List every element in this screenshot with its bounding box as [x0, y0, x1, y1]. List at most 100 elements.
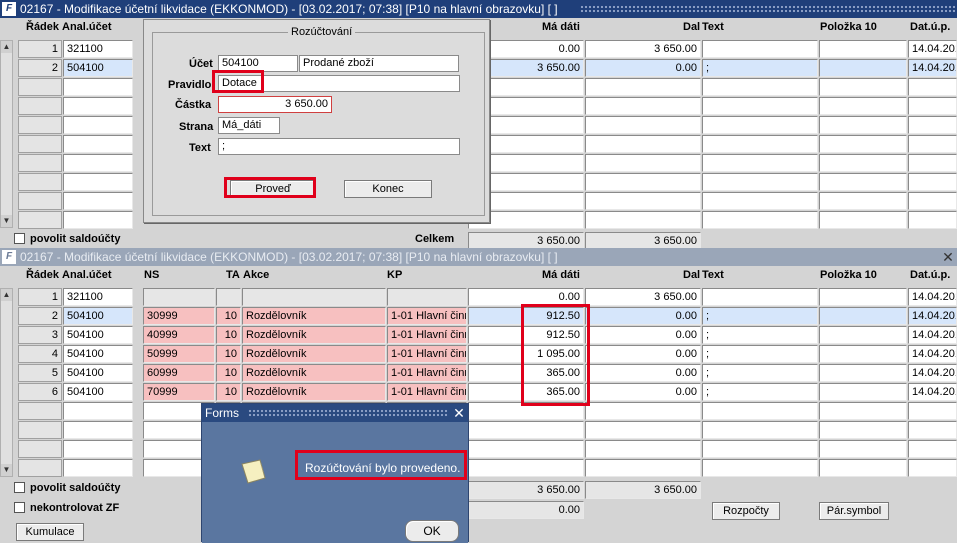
w1-cell-dal[interactable]: 3 650.00	[585, 40, 701, 58]
w2-cell-dal[interactable]: 0.00	[585, 364, 701, 382]
w2-cell-ta[interactable]	[216, 288, 241, 306]
w1-cell-dal[interactable]	[585, 154, 701, 172]
w1-cell-text[interactable]	[702, 78, 818, 96]
w2-cell-pol[interactable]	[819, 383, 907, 401]
w2-cell-acct[interactable]: 504100	[63, 383, 133, 401]
w1-row-number[interactable]	[18, 78, 62, 96]
w1-cell-pol[interactable]	[819, 211, 907, 229]
w1-cell-acct[interactable]	[63, 78, 133, 96]
w2-cell-dat[interactable]: 14.04.201	[908, 383, 957, 401]
w1-row-number[interactable]	[18, 116, 62, 134]
w1-cell-text[interactable]: ;	[702, 59, 818, 77]
w2-cell-acct[interactable]: 321100	[63, 288, 133, 306]
w2-cell-text[interactable]: ;	[702, 383, 818, 401]
w1-cell-text[interactable]	[702, 192, 818, 210]
ok-button[interactable]: OK	[405, 520, 459, 542]
w2-cell-ma[interactable]: 912.50	[468, 326, 584, 344]
w2-cell-text[interactable]: ;	[702, 345, 818, 363]
konec-button[interactable]: Konec	[344, 180, 432, 198]
w1-cell-acct[interactable]	[63, 211, 133, 229]
kumulace-button[interactable]: Kumulace	[16, 523, 84, 541]
w2-cell-pol[interactable]	[819, 421, 907, 439]
w1-cell-pol[interactable]	[819, 59, 907, 77]
w1-cell-acct[interactable]	[63, 135, 133, 153]
text-field[interactable]: ;	[218, 138, 460, 155]
w2-row-number[interactable]: 6	[18, 383, 62, 401]
w1-cell-dal[interactable]	[585, 173, 701, 191]
w2-cell-pol[interactable]	[819, 288, 907, 306]
w2-cell-dat[interactable]: 14.04.201	[908, 364, 957, 382]
castka-field[interactable]: 3 650.00	[218, 96, 332, 113]
w2-cell-ta[interactable]: 10	[216, 326, 241, 344]
w2-scrollbar[interactable]: ▲ ▼	[0, 288, 13, 477]
w2-cell-dal[interactable]: 0.00	[585, 307, 701, 325]
w2-cell-dat[interactable]: 14.04.201	[908, 326, 957, 344]
w2-cell-text[interactable]	[702, 421, 818, 439]
w2-cell-kp[interactable]: 1-01 Hlavní činn	[387, 345, 467, 363]
w2-cell-dal[interactable]: 0.00	[585, 326, 701, 344]
w1-cell-acct[interactable]	[63, 154, 133, 172]
w1-cell-dat[interactable]	[908, 192, 957, 210]
w1-cell-dal[interactable]	[585, 116, 701, 134]
w2-cell-pol[interactable]	[819, 345, 907, 363]
w2-cell-text[interactable]: ;	[702, 307, 818, 325]
w2-cell-ma[interactable]: 912.50	[468, 307, 584, 325]
w2-cell-ma[interactable]	[468, 402, 584, 420]
w2-cell-dat[interactable]: 14.04.201	[908, 288, 957, 306]
w1-row-number[interactable]: 1	[18, 40, 62, 58]
w2-cell-akce[interactable]: Rozdělovník	[242, 326, 386, 344]
w2-cell-dat[interactable]	[908, 459, 957, 477]
w1-row-number[interactable]	[18, 173, 62, 191]
w2-cell-ns[interactable]	[143, 288, 215, 306]
w1-cell-text[interactable]	[702, 116, 818, 134]
w2-cell-text[interactable]	[702, 288, 818, 306]
w2-cell-acct[interactable]	[63, 421, 133, 439]
w1-row-number[interactable]	[18, 97, 62, 115]
w2-row-number[interactable]: 1	[18, 288, 62, 306]
w2-row-number[interactable]: 3	[18, 326, 62, 344]
w2-cell-kp[interactable]: 1-01 Hlavní činn	[387, 326, 467, 344]
w1-cell-text[interactable]	[702, 173, 818, 191]
w1-cell-dat[interactable]	[908, 154, 957, 172]
w1-cell-text[interactable]	[702, 135, 818, 153]
w2-cell-ma[interactable]	[468, 459, 584, 477]
w1-cell-acct[interactable]: 504100	[63, 59, 133, 77]
w2-cell-ta[interactable]: 10	[216, 345, 241, 363]
close-icon[interactable]: ✕	[452, 404, 466, 422]
w2-cell-akce[interactable]: Rozdělovník	[242, 345, 386, 363]
w1-cell-pol[interactable]	[819, 78, 907, 96]
w1-cell-dat[interactable]	[908, 211, 957, 229]
w2-cell-text[interactable]	[702, 459, 818, 477]
w2-row-number[interactable]: 4	[18, 345, 62, 363]
w2-row-number[interactable]	[18, 459, 62, 477]
w2-cell-ma[interactable]	[468, 440, 584, 458]
w2-cell-acct[interactable]: 504100	[63, 326, 133, 344]
w2-cell-dal[interactable]	[585, 459, 701, 477]
w2-cell-ns[interactable]: 30999	[143, 307, 215, 325]
w2-cell-akce[interactable]: Rozdělovník	[242, 383, 386, 401]
w2-cell-kp[interactable]: 1-01 Hlavní činn	[387, 307, 467, 325]
w2-cell-ns[interactable]: 60999	[143, 364, 215, 382]
w2-cell-dal[interactable]	[585, 402, 701, 420]
w2-cell-dal[interactable]	[585, 440, 701, 458]
proved-button[interactable]: Proveď	[230, 180, 316, 198]
w1-cell-pol[interactable]	[819, 154, 907, 172]
w2-cell-pol[interactable]	[819, 364, 907, 382]
w2-cell-ma[interactable]: 0.00	[468, 288, 584, 306]
w2-cell-akce[interactable]: Rozdělovník	[242, 364, 386, 382]
w1-cell-pol[interactable]	[819, 116, 907, 134]
w2-cell-ns[interactable]: 70999	[143, 383, 215, 401]
w1-cell-acct[interactable]: 321100	[63, 40, 133, 58]
w2-cell-text[interactable]: ;	[702, 326, 818, 344]
w2-cell-dat[interactable]	[908, 421, 957, 439]
w2-cell-pol[interactable]	[819, 326, 907, 344]
w2-cell-ta[interactable]: 10	[216, 383, 241, 401]
window2-titlebar[interactable]: F 02167 - Modifikace účetní likvidace (E…	[0, 248, 957, 266]
w2-cell-ma[interactable]	[468, 421, 584, 439]
w1-cell-dat[interactable]	[908, 78, 957, 96]
w1-cell-dal[interactable]: 0.00	[585, 59, 701, 77]
w1-cell-dal[interactable]	[585, 211, 701, 229]
w1-cell-text[interactable]	[702, 40, 818, 58]
w2-cell-kp[interactable]: 1-01 Hlavní činn	[387, 364, 467, 382]
w1-row-number[interactable]	[18, 135, 62, 153]
